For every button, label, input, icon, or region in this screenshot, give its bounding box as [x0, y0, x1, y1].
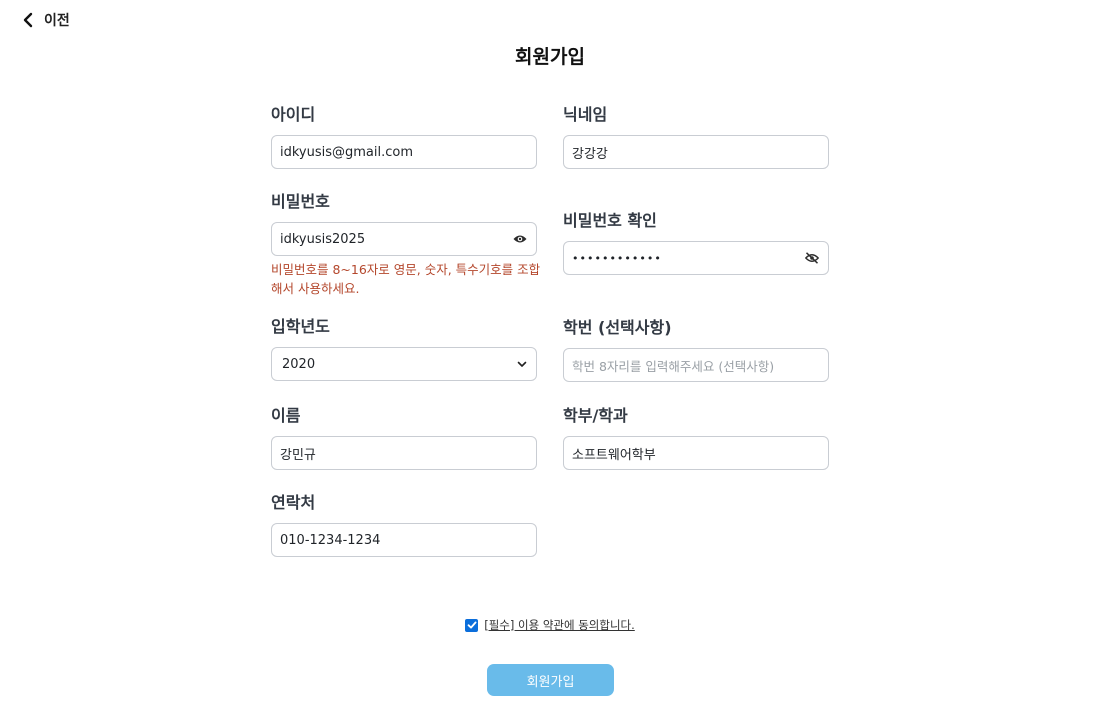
admission-year-selected: 2020 — [282, 356, 316, 372]
student-number-input[interactable]: 학번 8자리를 입력해주세요 (선택사항) — [563, 348, 829, 382]
nickname-field-group: 닉네임 강강강 — [563, 104, 829, 169]
terms-checkbox[interactable] — [465, 618, 479, 632]
admission-year-field-group: 입학년도 2020 — [271, 316, 537, 381]
student-number-label: 학번 (선택사항) — [563, 318, 672, 337]
name-input[interactable]: 강민규 — [271, 436, 537, 470]
phone-field-group: 연락처 010-1234-1234 — [271, 492, 537, 557]
phone-input[interactable]: 010-1234-1234 — [271, 523, 537, 557]
password-value: idkyusis2025 — [280, 231, 366, 247]
phone-value: 010-1234-1234 — [280, 532, 381, 548]
password-confirm-value: •••••••••••• — [572, 251, 662, 265]
name-label: 이름 — [271, 406, 301, 425]
chevron-down-icon — [517, 361, 527, 367]
back-label: 이전 — [44, 13, 70, 29]
nickname-value: 강강강 — [572, 146, 608, 162]
signup-button[interactable]: 회원가입 — [487, 664, 614, 696]
student-number-field-group: 학번 (선택사항) 학번 8자리를 입력해주세요 (선택사항) — [563, 317, 829, 382]
name-field-group: 이름 강민규 — [271, 405, 537, 470]
id-label: 아이디 — [271, 105, 316, 124]
password-confirm-label: 비밀번호 확인 — [563, 211, 657, 230]
department-value: 소프트웨어학부 — [572, 447, 656, 463]
student-number-placeholder: 학번 8자리를 입력해주세요 (선택사항) — [572, 358, 775, 374]
nickname-label: 닉네임 — [563, 105, 608, 124]
eye-icon[interactable] — [512, 231, 528, 247]
admission-year-select[interactable]: 2020 — [271, 347, 537, 381]
back-button[interactable]: 이전 — [20, 10, 70, 30]
password-label: 비밀번호 — [271, 192, 330, 211]
password-input[interactable]: idkyusis2025 — [271, 222, 537, 256]
password-field-group: 비밀번호 idkyusis2025 비밀번호를 8~16자로 영문, 숫자, 특… — [271, 191, 540, 298]
eye-off-icon[interactable] — [804, 250, 820, 266]
terms-agreement: [필수] 이용 약관에 동의합니다. — [0, 617, 1100, 633]
name-value: 강민규 — [280, 447, 316, 463]
id-value: idkyusis@gmail.com — [280, 144, 414, 160]
password-confirm-input[interactable]: •••••••••••• — [563, 241, 829, 275]
terms-link[interactable]: [필수] 이용 약관에 동의합니다. — [484, 617, 635, 633]
department-input[interactable]: 소프트웨어학부 — [563, 436, 829, 470]
checkmark-icon — [467, 621, 477, 629]
id-field-group: 아이디 idkyusis@gmail.com — [271, 104, 537, 169]
page-title: 회원가입 — [515, 46, 585, 68]
department-field-group: 학부/학과 소프트웨어학부 — [563, 405, 829, 470]
department-label: 학부/학과 — [563, 406, 628, 425]
phone-label: 연락처 — [271, 493, 316, 512]
password-confirm-field-group: 비밀번호 확인 •••••••••••• — [563, 210, 829, 275]
id-input[interactable]: idkyusis@gmail.com — [271, 135, 537, 169]
password-error-message: 비밀번호를 8~16자로 영문, 숫자, 특수기호를 조합해서 사용하세요. — [271, 262, 541, 296]
admission-year-label: 입학년도 — [271, 317, 330, 336]
chevron-left-icon — [23, 12, 33, 28]
nickname-input[interactable]: 강강강 — [563, 135, 829, 169]
